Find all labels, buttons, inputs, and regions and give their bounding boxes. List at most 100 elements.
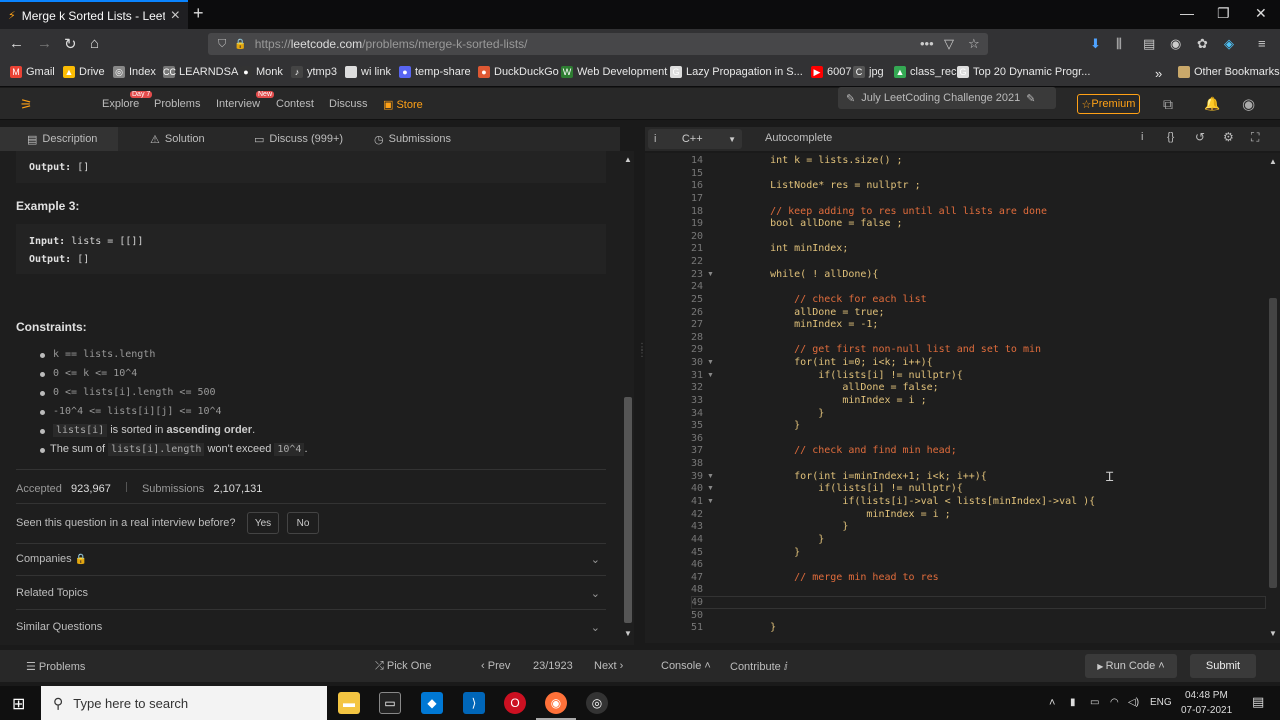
bookmark-item[interactable]: ● temp-share — [399, 66, 471, 78]
terminal-icon[interactable]: ▭ — [379, 692, 401, 714]
language-select[interactable]: i C++ ▼ — [648, 129, 742, 149]
editor-scrollbar-thumb[interactable] — [1269, 298, 1277, 588]
fold-arrow-icon[interactable]: ▼ — [707, 473, 714, 480]
fold-arrow-icon[interactable]: ▼ — [707, 372, 714, 379]
companies-section[interactable]: Companies 🔒 ⌄ — [16, 553, 606, 566]
code-line[interactable]: allDone = false; — [746, 382, 938, 393]
fold-arrow-icon[interactable]: ▼ — [707, 485, 714, 492]
vscode-icon[interactable]: ⟩ — [463, 692, 485, 714]
close-window-icon[interactable]: ✕ — [1255, 5, 1267, 22]
volume-icon[interactable]: ◁) — [1128, 697, 1139, 708]
bookmark-item[interactable]: ● Monk — [240, 66, 283, 78]
bookmark-item[interactable]: ◎ Index — [113, 66, 156, 78]
code-line[interactable]: // check for each list — [746, 294, 926, 305]
bookmark-item[interactable]: wi link — [345, 66, 391, 78]
tray-chevron-icon[interactable]: ˄ — [1049, 697, 1055, 709]
microphone-icon[interactable]: ▮ — [1070, 697, 1076, 708]
taskbar-search-input[interactable]: ⚲ Type here to search — [41, 686, 327, 720]
yes-button[interactable]: Yes — [247, 512, 279, 534]
next-button[interactable]: Next › — [594, 660, 623, 672]
home-icon[interactable]: ⌂ — [90, 35, 99, 52]
url-bar[interactable]: ⛉ 🔒 https://leetcode.com/problems/merge-… — [208, 33, 988, 55]
code-line[interactable]: // get first non-null list and set to mi… — [746, 344, 1041, 355]
store-app-icon[interactable]: ◆ — [421, 692, 443, 714]
run-code-button[interactable]: ▶ Run Code ˄ — [1085, 654, 1177, 678]
left-scrollbar[interactable]: ▲ ▼ — [622, 151, 634, 645]
info-icon[interactable]: i — [1141, 131, 1143, 143]
sidebar-icon[interactable]: ▤ — [1143, 36, 1155, 52]
nav-interview[interactable]: Interview — [216, 98, 260, 110]
code-line[interactable]: bool allDone = false ; — [746, 218, 902, 229]
account-icon[interactable]: ◉ — [1170, 36, 1181, 52]
tab-solution[interactable]: ⚠ Solution — [150, 133, 205, 146]
bookmark-item[interactable]: W Web Development — [561, 66, 667, 78]
fold-arrow-icon[interactable]: ▼ — [707, 498, 714, 505]
bookmark-item[interactable]: M Gmail — [10, 66, 55, 78]
fullscreen-icon[interactable]: ⛶ — [1251, 130, 1259, 145]
clock-date[interactable]: 07-07-2021 — [1181, 705, 1232, 716]
premium-button[interactable]: ☆ Premium — [1077, 94, 1140, 114]
forward-icon[interactable]: → — [37, 35, 52, 52]
code-line[interactable]: } — [746, 420, 800, 431]
code-line[interactable]: for(int i=minIndex+1; i<k; i++){ — [746, 471, 987, 482]
firefox-icon[interactable]: ◉ — [545, 692, 567, 714]
downloads-icon[interactable]: ⬇ — [1090, 36, 1101, 52]
problems-list-button[interactable]: ☰ Problems — [26, 660, 85, 673]
reload-icon[interactable]: ↻ — [64, 35, 77, 53]
pick-one-button[interactable]: ⤮ Pick One — [375, 660, 432, 673]
bookmark-item[interactable]: ♪ ytmp3 — [291, 66, 337, 78]
code-line[interactable]: int minIndex; — [746, 243, 848, 254]
scroll-down-icon[interactable]: ▼ — [624, 629, 632, 638]
language-indicator[interactable]: ENG — [1150, 697, 1172, 708]
similar-questions-section[interactable]: Similar Questions ⌄ — [16, 621, 606, 634]
reset-icon[interactable]: ↺ — [1195, 130, 1205, 144]
code-editor[interactable]: 14 int k = lists.size() ; 15 16 ListNode* … — [645, 153, 1266, 643]
nav-discuss[interactable]: Discuss — [329, 98, 368, 110]
scroll-up-icon[interactable]: ▲ — [624, 155, 632, 164]
braces-icon[interactable]: {} — [1167, 131, 1174, 143]
code-line[interactable]: // check and find min head; — [746, 445, 957, 456]
windows-start-icon[interactable]: ⊞ — [12, 694, 25, 714]
fold-arrow-icon[interactable]: ▼ — [707, 271, 714, 278]
contribute-button[interactable]: Contribute ⅈ — [730, 660, 788, 673]
code-line[interactable]: ListNode* res = nullptr ; — [746, 180, 921, 191]
tab-submissions[interactable]: ◷ Submissions — [374, 133, 451, 146]
prev-button[interactable]: ‹ Prev — [481, 660, 510, 672]
bookmark-item[interactable]: ▲ class_rec — [894, 66, 956, 78]
submit-button[interactable]: Submit — [1190, 654, 1256, 678]
bookmark-item[interactable]: ● DuckDuckGo — [478, 66, 559, 78]
file-explorer-icon[interactable]: ▬ — [338, 692, 360, 714]
related-topics-section[interactable]: Related Topics ⌄ — [16, 587, 606, 600]
nav-store[interactable]: ▣ Store — [383, 98, 423, 111]
code-line[interactable]: while( ! allDone){ — [746, 269, 878, 280]
clock-time[interactable]: 04:48 PM — [1185, 690, 1228, 701]
user-avatar-icon[interactable]: ◉ — [1242, 95, 1255, 113]
more-bookmarks-icon[interactable]: » — [1155, 66, 1162, 81]
challenge-banner[interactable]: ✎ July LeetCoding Challenge 2021 ✎ — [838, 87, 1056, 109]
network-icon[interactable]: ◠ — [1110, 697, 1119, 708]
obs-icon[interactable]: ◎ — [586, 692, 608, 714]
bookmark-item[interactable]: ▲ Drive — [63, 66, 105, 78]
code-line[interactable]: } — [746, 521, 848, 532]
code-line[interactable]: if(lists[i] != nullptr){ — [746, 370, 963, 381]
scroll-up-icon[interactable]: ▲ — [1269, 157, 1277, 166]
close-tab-icon[interactable]: × — [171, 7, 180, 25]
code-line[interactable]: minIndex = i ; — [746, 509, 950, 520]
code-line[interactable]: } — [746, 408, 824, 419]
tab-description[interactable]: ▤ Description — [27, 133, 97, 146]
extension-icon[interactable]: ✿ — [1197, 36, 1208, 52]
new-tab-icon[interactable]: + — [193, 3, 204, 24]
pocket-icon[interactable]: ▽ — [944, 36, 954, 52]
nav-contest[interactable]: Contest — [276, 98, 314, 110]
page-actions-icon[interactable]: ••• — [920, 36, 934, 51]
tab-discuss[interactable]: ▭ Discuss (999+) — [254, 133, 343, 146]
code-line[interactable]: int k = lists.size() ; — [746, 155, 902, 166]
other-bookmarks[interactable]: Other Bookmarks — [1178, 66, 1280, 78]
scroll-down-icon[interactable]: ▼ — [1269, 629, 1277, 638]
code-line[interactable]: } — [746, 534, 824, 545]
code-line[interactable]: } — [746, 622, 776, 633]
code-line[interactable]: minIndex = i ; — [746, 395, 926, 406]
back-icon[interactable]: ← — [9, 35, 24, 52]
notification-bell-icon[interactable]: 🔔 — [1204, 96, 1220, 112]
opera-icon[interactable]: O — [504, 692, 526, 714]
